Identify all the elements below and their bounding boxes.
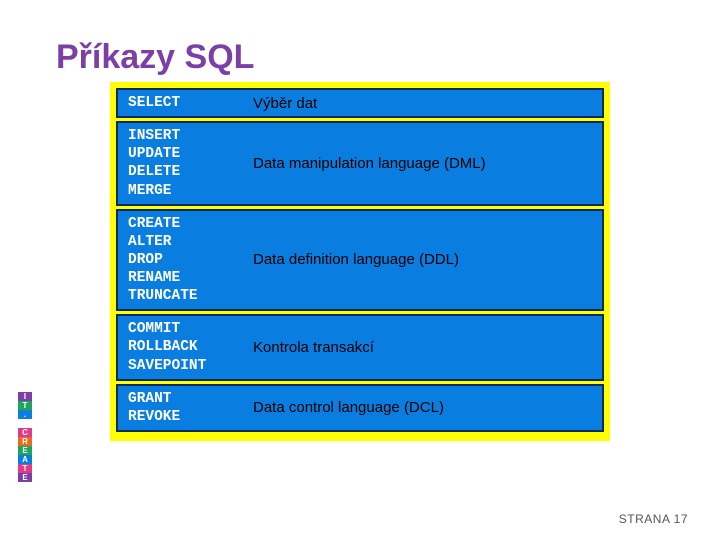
command-list: SELECT — [118, 90, 243, 116]
category-description: Data definition language (DDL) — [243, 247, 602, 272]
category-row: GRANT REVOKE Data control language (DCL) — [116, 384, 604, 432]
badge-cell: C — [18, 428, 32, 437]
badge-cell: A — [18, 455, 32, 464]
command-list: INSERT UPDATE DELETE MERGE — [118, 123, 243, 204]
category-row: CREATE ALTER DROP RENAME TRUNCATE Data d… — [116, 209, 604, 312]
badge-cell: T — [18, 401, 32, 410]
category-description: Výběr dat — [243, 91, 602, 116]
badge-cell: I — [18, 392, 32, 401]
category-row: COMMIT ROLLBACK SAVEPOINT Kontrola trans… — [116, 314, 604, 380]
badge-cell: . — [18, 410, 32, 419]
badge-cell: E — [18, 473, 32, 482]
sql-categories-panel: SELECT Výběr dat INSERT UPDATE DELETE ME… — [110, 82, 610, 441]
command-list: CREATE ALTER DROP RENAME TRUNCATE — [118, 211, 243, 310]
badge-cell: E — [18, 446, 32, 455]
badge-cell: R — [18, 437, 32, 446]
category-description: Kontrola transakcí — [243, 335, 602, 360]
brand-badge: I T . C R E A T E — [18, 392, 34, 482]
slide-title: Příkazy SQL — [56, 38, 254, 77]
command-list: GRANT REVOKE — [118, 386, 243, 430]
category-row: INSERT UPDATE DELETE MERGE Data manipula… — [116, 121, 604, 206]
badge-cell: T — [18, 464, 32, 473]
page-number: STRANA 17 — [619, 512, 688, 526]
category-row: SELECT Výběr dat — [116, 88, 604, 118]
category-description: Data manipulation language (DML) — [243, 151, 602, 176]
category-description: Data control language (DCL) — [243, 395, 602, 420]
badge-gap — [18, 419, 32, 428]
command-list: COMMIT ROLLBACK SAVEPOINT — [118, 316, 243, 378]
